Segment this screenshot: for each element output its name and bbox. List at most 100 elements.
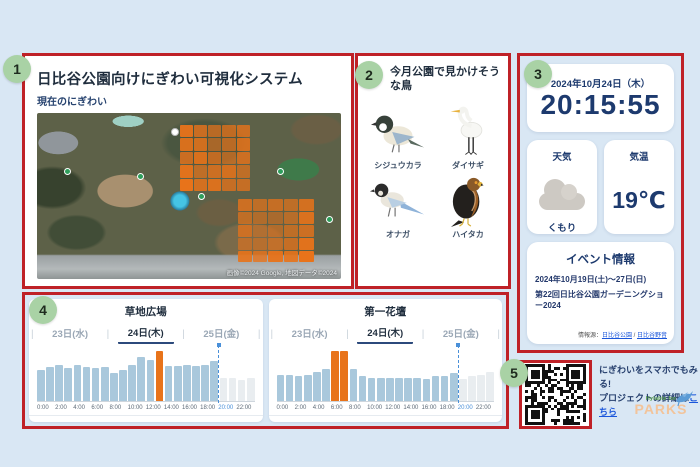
bar-hour-4: [74, 365, 82, 401]
heat-cell: [253, 225, 267, 237]
source-link-hibiya-park[interactable]: 日比谷公園: [602, 333, 632, 339]
bird-name: ダイサギ: [452, 160, 484, 171]
annotation-badge-1: 1: [3, 55, 31, 83]
map-pin-icon[interactable]: [171, 128, 179, 136]
bar-hour-19: [450, 373, 458, 401]
heat-cell: [238, 251, 252, 263]
heat-cell: [268, 225, 282, 237]
japanese-tit-icon: [369, 106, 427, 158]
x-tick-label: 12:00: [385, 405, 403, 411]
heat-cell: [180, 125, 193, 137]
heat-cell: [268, 212, 282, 224]
bar-hour-3: [64, 368, 72, 401]
heat-cell: [237, 125, 250, 137]
heatmap-grid-grass-plaza: [180, 125, 250, 191]
bar-hour-9: [119, 370, 127, 401]
tab-separator: |: [271, 329, 274, 340]
tab-day-0[interactable]: 23日(水): [282, 325, 338, 343]
panel-qr: [519, 360, 592, 429]
bars: [37, 349, 255, 402]
tab-day-1[interactable]: 24日(木): [357, 324, 413, 344]
heat-cell: [268, 251, 282, 263]
tab-separator: |: [107, 329, 110, 340]
chart-title: 第一花壇: [269, 304, 503, 319]
heat-cell: [238, 225, 252, 237]
tab-day-2[interactable]: 25日(金): [193, 325, 249, 343]
page-title: 日比谷公園向けにぎわい可視化システム: [37, 68, 341, 89]
heat-cell: [180, 179, 193, 191]
bar-hour-11: [137, 357, 145, 401]
heat-cell: [268, 238, 282, 250]
map-pin-icon[interactable]: [277, 168, 284, 175]
weather-card: 天気 くもり: [527, 140, 597, 234]
x-tick-label: 6:00: [331, 405, 349, 411]
current-time: 20:15:55: [540, 90, 660, 121]
panel-info: 2024年10月24日（木） 20:15:55 天気 くもり 気温 19℃ イベ…: [517, 53, 684, 353]
annotation-badge-5: 5: [500, 359, 528, 387]
panel-crowding-map: 日比谷公園向けにぎわい可視化システム 現在のにぎわい 画像©2024 Googl…: [22, 53, 354, 289]
heat-cell: [180, 152, 193, 164]
heat-cell: [284, 251, 298, 263]
qr-code[interactable]: [525, 364, 586, 425]
heat-cell: [180, 165, 193, 177]
chart-status-text: 現在までの今日のにぎわいは先週に比べて、にぎわっています。: [269, 415, 503, 422]
x-tick-label: 20:00: [458, 405, 476, 411]
heat-cell: [194, 179, 207, 191]
tab-day-2[interactable]: 25日(金): [433, 325, 489, 343]
bird-grid: シジュウカラ ダイサギ: [366, 106, 500, 240]
bar-hour-22: [477, 375, 485, 401]
temperature-card: 気温 19℃: [604, 140, 674, 234]
heat-cell: [222, 125, 235, 137]
bar-hour-6: [92, 368, 100, 401]
x-tick-label: 4:00: [313, 405, 331, 411]
bar-hour-9: [359, 376, 367, 401]
bird-item: シジュウカラ: [366, 106, 430, 171]
x-tick-label: 18:00: [200, 405, 218, 411]
x-tick-label: 2:00: [55, 405, 73, 411]
bar-hour-20: [220, 378, 228, 401]
event-card: イベント情報 2024年10月19日(土)～27日(日) 第22回日比谷公園ガー…: [527, 242, 674, 344]
heat-cell: [284, 238, 298, 250]
x-tick-label: 22:00: [476, 405, 494, 411]
weather-condition: くもり: [548, 220, 577, 234]
tab-separator: |: [346, 329, 349, 340]
tab-day-0[interactable]: 23日(水): [42, 325, 98, 343]
bird-name: シジュウカラ: [374, 160, 421, 171]
x-tick-label: 12:00: [146, 405, 164, 411]
weather-label: 天気: [552, 149, 571, 163]
x-tick-label: 18:00: [440, 405, 458, 411]
chart-card-flower-bed: 第一花壇 |23日(水)|24日(木)|25日(金)| 0:002:004:00…: [269, 299, 503, 422]
bar-hour-13: [156, 351, 164, 401]
heatmap-grid-flower-bed: [238, 199, 314, 262]
heat-cell: [194, 138, 207, 150]
heat-cell: [237, 179, 250, 191]
bird-name: ハイタカ: [452, 229, 484, 240]
satellite-map[interactable]: 画像©2024 Google, 地図データ©2024: [37, 113, 341, 279]
heat-cell: [180, 138, 193, 150]
tab-separator: |: [497, 329, 500, 340]
map-pin-icon[interactable]: [137, 173, 144, 180]
tab-day-1[interactable]: 24日(木): [118, 324, 174, 344]
source-link-hibiya-yaon[interactable]: 日比谷野音: [637, 333, 667, 339]
x-tick-label: 14:00: [164, 405, 182, 411]
bar-hour-3: [304, 375, 312, 401]
bar-hour-10: [128, 365, 136, 401]
bar-hour-22: [238, 380, 246, 401]
map-pin-icon[interactable]: [198, 193, 205, 200]
heat-cell: [237, 165, 250, 177]
x-tick-label: 22:00: [236, 405, 254, 411]
parks-logo: Hylable for PARKS: [630, 396, 692, 416]
birds-panel-title: 今月公園で見かけそうな鳥: [366, 66, 500, 94]
heat-cell: [208, 179, 221, 191]
current-time-marker: [218, 345, 219, 403]
map-pin-icon[interactable]: [64, 168, 71, 175]
date-tabs: |23日(水)|24日(木)|25日(金)|: [29, 319, 263, 347]
logo-bird-icon: [672, 389, 694, 407]
bar-hour-8: [110, 373, 118, 401]
bar-hour-16: [183, 365, 191, 401]
bar-hour-21: [468, 376, 476, 401]
bar-hour-12: [386, 378, 394, 401]
heat-cell: [253, 212, 267, 224]
bar-hour-16: [423, 379, 431, 401]
map-pin-icon[interactable]: [326, 216, 333, 223]
